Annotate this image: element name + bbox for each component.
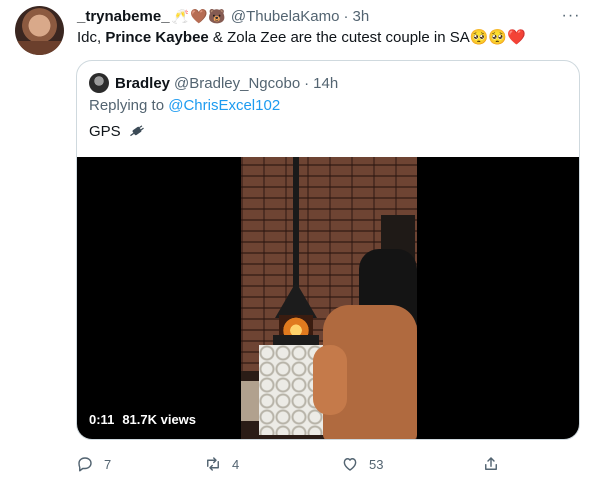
armchair-arm <box>313 345 347 415</box>
pleading-face-icon: 🥺 <box>488 29 508 46</box>
header-separator: · <box>343 7 349 25</box>
retweet-button[interactable]: 4 <box>204 454 239 474</box>
tweet-text-start: Idc, <box>77 29 106 46</box>
like-icon <box>343 458 357 471</box>
quoted-tweet[interactable]: Bradley @Bradley_Ngcobo · 14h Replying t… <box>76 60 580 440</box>
fireplace-flue <box>293 157 299 287</box>
fireplace-hood <box>275 282 317 318</box>
quoted-header-separator: · <box>304 74 310 92</box>
quoted-author-handle: @Bradley_Ngcobo <box>174 74 301 92</box>
video-frame <box>241 157 417 439</box>
replying-to-mention[interactable]: @ChrisExcel102 <box>168 97 280 114</box>
author-avatar[interactable] <box>15 6 64 55</box>
author-name-emojis: 🥂🤎🐻 <box>171 7 227 24</box>
quoted-tweet-header: Bradley @Bradley_Ngcobo · 14h <box>115 73 338 93</box>
quoted-author-avatar <box>89 73 109 93</box>
author-display-name[interactable]: _trynabeme_ <box>77 8 170 25</box>
reply-count: 7 <box>104 456 112 472</box>
like-count: 53 <box>369 456 384 472</box>
replying-to-label: Replying to <box>89 97 169 114</box>
tweet-actions: 7 4 53 <box>76 454 506 474</box>
share-button[interactable] <box>482 454 500 474</box>
tweet-text: Idc, Prince Kaybee & Zola Zee are the cu… <box>77 28 526 48</box>
video-views: 81.7K views <box>122 411 197 427</box>
video-player[interactable]: 0:11 81.7K views <box>77 157 579 439</box>
heart-emoji-icon: ❤️ <box>507 29 526 46</box>
tweet-text-end: & Zola Zee are the cutest couple in SA <box>208 29 470 46</box>
reply-icon <box>78 457 92 472</box>
share-icon <box>485 457 497 470</box>
like-button[interactable]: 53 <box>341 454 383 474</box>
pleading-face-icon: 🥺 <box>469 29 489 46</box>
video-meta: 0:11 81.7K views <box>89 409 196 429</box>
reply-button[interactable]: 7 <box>76 454 111 474</box>
quoted-author-display-name: Bradley <box>115 74 171 92</box>
quoted-tweet-text: GPS <box>89 123 146 140</box>
retweet-icon <box>207 457 219 471</box>
tweet-text-bold: Prince Kaybee <box>105 29 209 46</box>
quoted-tweet-timestamp: 14h <box>313 74 339 92</box>
video-duration: 0:11 <box>89 411 115 427</box>
fireplace-base <box>273 335 319 345</box>
author-handle[interactable]: @ThubelaKamo <box>231 8 340 25</box>
replying-to: Replying to @ChrisExcel102 <box>89 97 280 114</box>
plug-icon <box>129 125 144 137</box>
fire <box>279 315 313 337</box>
tweet-timestamp[interactable]: 3h <box>352 8 369 25</box>
more-options-icon[interactable]: ··· <box>561 6 581 26</box>
retweet-count: 4 <box>232 456 240 472</box>
tweet-header: _trynabeme_ 🥂🤎🐻 @ThubelaKamo · 3h <box>77 6 369 26</box>
quoted-text: GPS <box>89 123 121 140</box>
